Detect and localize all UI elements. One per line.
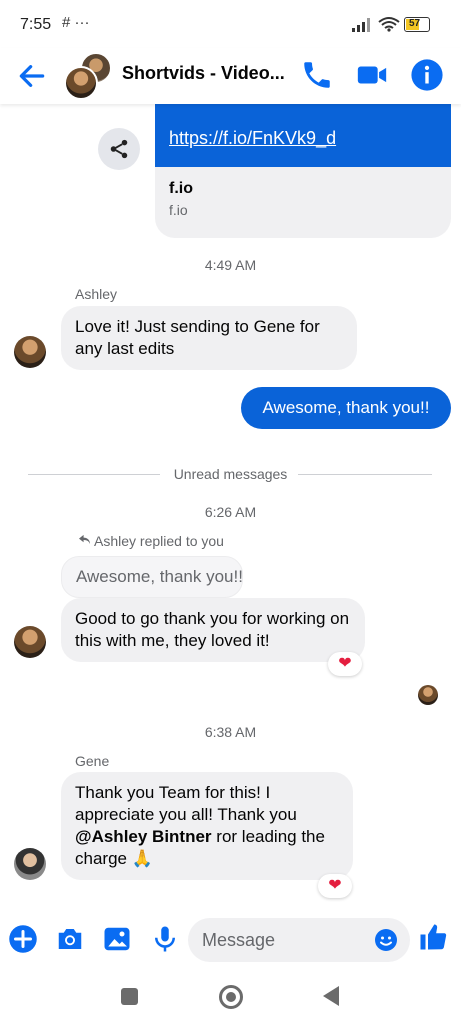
recents-button[interactable] bbox=[121, 988, 138, 1005]
chat-header: Shortvids - Video... bbox=[0, 48, 461, 104]
reply-note: Ashley replied to you bbox=[94, 533, 224, 549]
gallery-icon[interactable] bbox=[102, 924, 132, 954]
message-list: Bintner https://f.io/FnKVk9_d f.io f.io … bbox=[0, 94, 461, 912]
thumbs-up-icon[interactable] bbox=[418, 922, 448, 952]
link-domain: f.io bbox=[169, 180, 193, 197]
timestamp: 4:49 AM bbox=[204, 257, 257, 273]
reply-icon bbox=[79, 534, 90, 545]
emoji-icon[interactable] bbox=[374, 928, 398, 952]
outgoing-message[interactable]: Awesome, thank you!! bbox=[241, 387, 451, 429]
composer-bar: Message bbox=[0, 912, 461, 970]
status-bar: 7:55 # ··· 57 bbox=[0, 0, 461, 48]
quoted-message[interactable]: Awesome, thank you!! bbox=[61, 556, 243, 598]
system-nav-bar bbox=[0, 970, 461, 1024]
back-arrow-icon[interactable] bbox=[16, 60, 48, 92]
mention[interactable]: @Ashley Bintner bbox=[75, 827, 212, 846]
message-placeholder: Message bbox=[202, 930, 276, 950]
signal-icon bbox=[352, 18, 370, 32]
microphone-icon[interactable] bbox=[150, 924, 180, 954]
link-url[interactable]: https://f.io/FnKVk9_d bbox=[169, 128, 336, 149]
video-call-icon[interactable] bbox=[355, 58, 389, 92]
divider bbox=[298, 474, 432, 475]
link-subdomain: f.io bbox=[169, 202, 188, 218]
heart-reaction[interactable]: ❤ bbox=[318, 874, 352, 898]
incoming-message[interactable]: Love it! Just sending to Gene for any la… bbox=[61, 306, 357, 370]
sender-name: Gene bbox=[75, 753, 110, 769]
timestamp: 6:26 AM bbox=[204, 504, 257, 520]
avatar-ashley[interactable] bbox=[14, 626, 46, 658]
avatar-gene[interactable] bbox=[14, 848, 46, 880]
conversation-title[interactable]: Shortvids - Video... bbox=[122, 63, 292, 84]
seen-avatar bbox=[418, 685, 438, 705]
timestamp: 6:38 AM bbox=[204, 724, 257, 740]
share-icon bbox=[110, 139, 128, 159]
notification-icons: # ··· bbox=[62, 14, 90, 31]
group-avatar[interactable] bbox=[64, 52, 112, 100]
add-icon[interactable] bbox=[8, 924, 38, 954]
share-button[interactable] bbox=[98, 128, 140, 170]
battery-icon: 57 bbox=[404, 17, 430, 32]
message-input[interactable]: Message bbox=[188, 918, 410, 962]
phone-call-icon[interactable] bbox=[300, 58, 334, 92]
link-preview-card[interactable]: Bintner https://f.io/FnKVk9_d f.io f.io bbox=[155, 94, 451, 238]
back-button[interactable] bbox=[321, 985, 341, 1007]
status-time: 7:55 bbox=[20, 16, 52, 33]
wifi-icon bbox=[378, 17, 400, 32]
avatar-ashley[interactable] bbox=[14, 336, 46, 368]
sender-name: Ashley bbox=[75, 286, 118, 302]
incoming-message[interactable]: Good to go thank you for working on this… bbox=[61, 598, 365, 662]
home-button[interactable] bbox=[219, 985, 243, 1009]
heart-reaction[interactable]: ❤ bbox=[328, 652, 362, 676]
camera-icon[interactable] bbox=[55, 924, 85, 954]
incoming-message[interactable]: Thank you Team for this! I appreciate yo… bbox=[61, 772, 353, 880]
info-icon[interactable] bbox=[410, 58, 444, 92]
